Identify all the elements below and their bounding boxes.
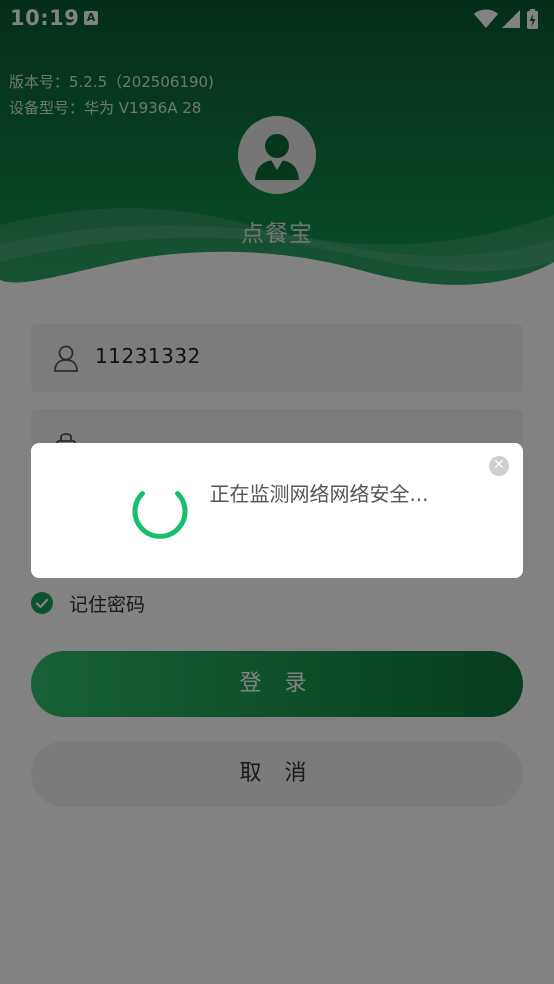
loading-dialog: 正在监测网络网络安全... ✕ xyxy=(31,443,523,578)
close-icon: ✕ xyxy=(493,457,505,473)
close-button[interactable]: ✕ xyxy=(489,456,509,476)
loading-spinner-icon xyxy=(132,491,188,539)
dialog-message: 正在监测网络网络安全... xyxy=(209,482,429,506)
